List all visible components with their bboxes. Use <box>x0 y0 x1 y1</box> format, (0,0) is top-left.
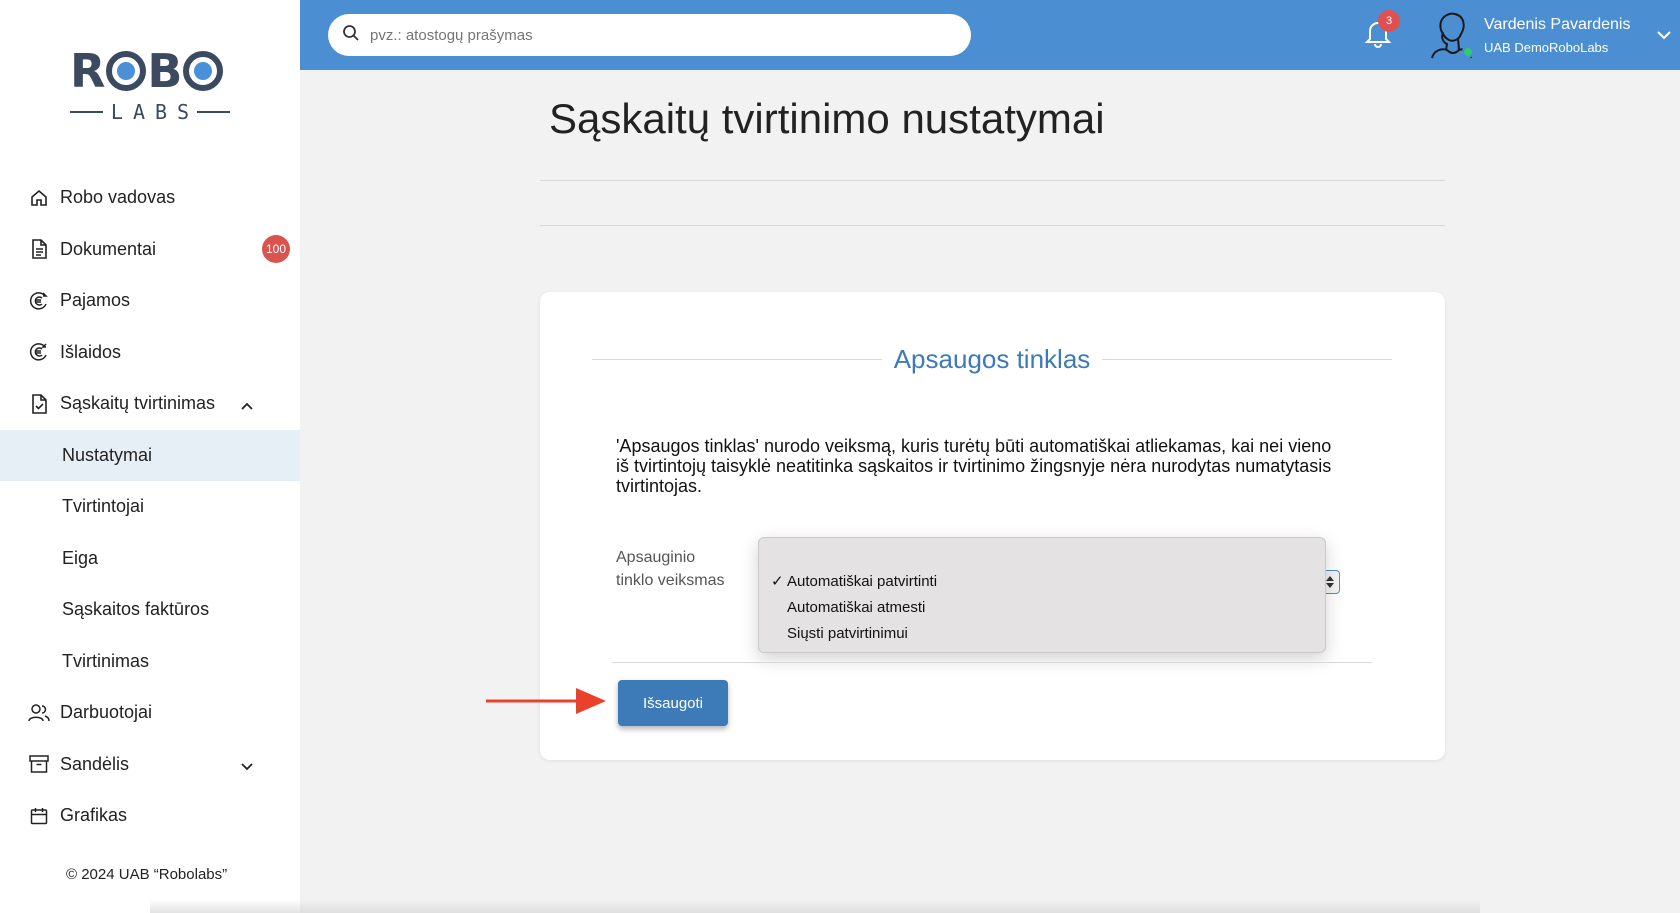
document-icon <box>28 238 50 260</box>
home-icon <box>28 187 50 209</box>
safety-net-action-label: Apsauginio tinklo veiksmas <box>616 549 725 589</box>
sidebar-item-robo-vadovas[interactable]: Robo vadovas <box>0 172 300 224</box>
euro-in-icon <box>28 290 50 312</box>
user-name[interactable]: Vardenis Pavardenis <box>1484 16 1630 34</box>
sidebar-item-label: Grafikas <box>60 805 128 826</box>
card-title: Apsaugos tinklas <box>893 343 1091 374</box>
sidebar-item-label: Tvirtintojai <box>62 496 145 517</box>
sidebar-item-label: Dokumentai <box>60 238 157 259</box>
annotation-arrow-icon <box>486 688 606 714</box>
documents-count-badge: 100 <box>262 235 290 264</box>
divider <box>592 358 882 360</box>
search-bar[interactable] <box>328 14 971 56</box>
save-button[interactable]: Išsaugoti <box>618 680 728 726</box>
sidebar-item-eiga[interactable]: Eiga <box>0 533 300 585</box>
euro-out-icon <box>28 341 50 363</box>
sidebar-item-label: Pajamos <box>60 290 131 311</box>
sidebar-item-label: Robo vadovas <box>60 187 176 208</box>
robolabs-logo[interactable]: RB LABS <box>70 44 230 124</box>
calendar-icon <box>28 805 50 827</box>
divider <box>540 225 1445 226</box>
checkmark-icon: ✓ <box>771 573 784 590</box>
sidebar-item-label: Darbuotojai <box>60 702 153 723</box>
online-status-dot <box>1462 46 1474 58</box>
sidebar-item-label: Sąskaitos faktūros <box>62 599 210 620</box>
archive-icon <box>28 753 50 775</box>
avatar[interactable] <box>1428 10 1474 60</box>
user-company[interactable]: UAB DemoRoboLabs <box>1484 40 1608 55</box>
dropdown-option-auto-reject[interactable]: Automatiškai atmesti <box>759 594 1325 620</box>
sidebar-item-grafikas[interactable]: Grafikas <box>0 790 300 842</box>
card-description: 'Apsaugos tinklas' nurodo veiksmą, kuris… <box>616 436 1332 496</box>
page-title: Sąskaitų tvirtinimo nustatymai <box>549 95 1105 142</box>
sidebar-item-saskaitu-tvirtinimas[interactable]: Sąskaitų tvirtinimas <box>0 378 300 430</box>
option-label: Siųsti patvirtinimui <box>787 624 908 642</box>
bottom-shadow <box>150 899 1480 913</box>
sidebar-item-tvirtinimas[interactable]: Tvirtinimas <box>0 636 300 688</box>
sidebar-item-nustatymai[interactable]: Nustatymai <box>0 429 300 481</box>
sidebar-item-pajamos[interactable]: Pajamos <box>0 275 300 327</box>
dropdown-option-auto-approve[interactable]: ✓ Automatiškai patvirtinti <box>759 568 1325 594</box>
search-input[interactable] <box>370 26 930 44</box>
chevron-down-icon[interactable] <box>1656 28 1672 40</box>
sidebar-item-saskaitos-fakturos[interactable]: Sąskaitos faktūros <box>0 584 300 636</box>
option-label: Automatiškai patvirtinti <box>787 572 938 590</box>
sidebar-nav: Robo vadovas Dokumentai 100 Pajamos Išla… <box>0 172 300 842</box>
chevron-down-icon <box>240 757 254 771</box>
divider <box>612 662 1372 663</box>
dropdown-option-send-for-approval[interactable]: Siųsti patvirtinimui <box>759 620 1325 646</box>
sidebar: RB LABS Robo vadovas Dokumentai 100 Paja… <box>0 0 300 913</box>
file-check-icon <box>28 393 50 415</box>
card-header: Apsaugos tinklas <box>592 344 1392 374</box>
safety-net-card: Apsaugos tinklas 'Apsaugos tinklas' nuro… <box>540 292 1445 760</box>
copyright-text: © 2024 UAB “Robolabs” <box>66 866 228 883</box>
sidebar-item-label: Sąskaitų tvirtinimas <box>60 393 216 414</box>
sidebar-item-label: Tvirtinimas <box>62 650 150 671</box>
sidebar-item-label: Nustatymai <box>62 444 153 465</box>
sidebar-item-label: Sandėlis <box>60 753 130 774</box>
sidebar-item-darbuotojai[interactable]: Darbuotojai <box>0 687 300 739</box>
search-icon <box>342 24 360 47</box>
safety-net-action-dropdown[interactable]: ✓ Automatiškai patvirtinti Automatiškai … <box>758 537 1326 653</box>
sidebar-item-islaidos[interactable]: Išlaidos <box>0 327 300 379</box>
users-icon <box>28 702 50 724</box>
option-label: Automatiškai atmesti <box>787 598 926 616</box>
divider <box>1102 358 1392 360</box>
sidebar-item-label: Išlaidos <box>60 341 122 362</box>
sidebar-item-tvirtintojai[interactable]: Tvirtintojai <box>0 481 300 533</box>
divider <box>540 180 1445 181</box>
topbar: 3 Vardenis Pavardenis UAB DemoRoboLabs <box>300 0 1680 70</box>
chevron-up-icon <box>240 397 254 411</box>
sidebar-item-sandelis[interactable]: Sandėlis <box>0 739 300 791</box>
sidebar-item-dokumentai[interactable]: Dokumentai 100 <box>0 224 300 276</box>
sidebar-item-label: Eiga <box>62 547 99 568</box>
notifications-count-badge: 3 <box>1378 10 1400 32</box>
